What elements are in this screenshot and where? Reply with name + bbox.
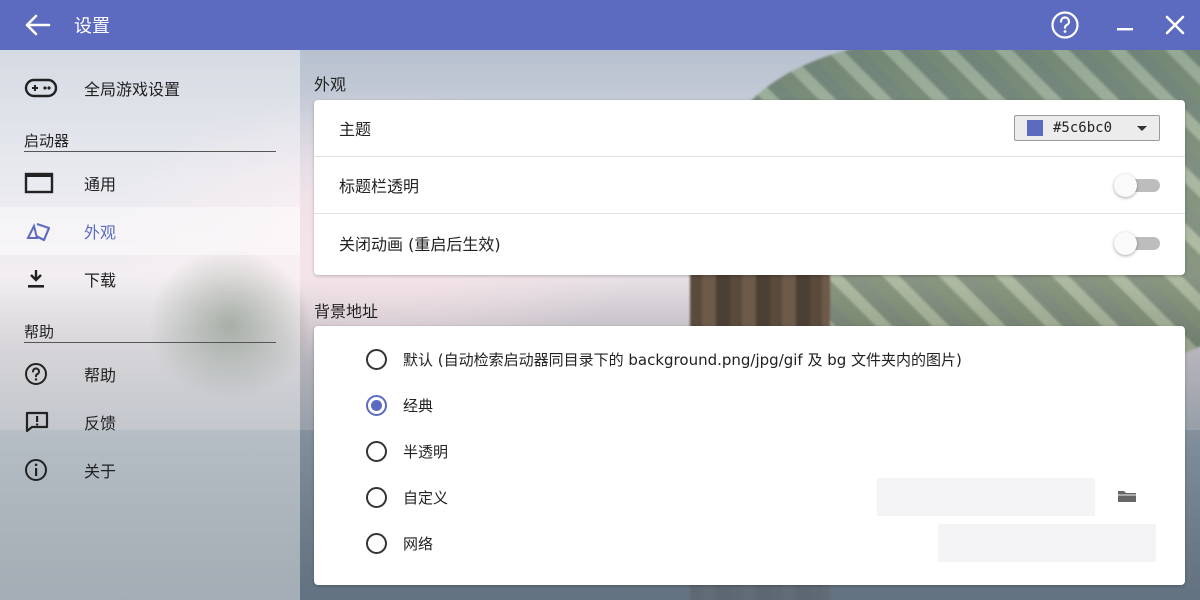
close-button[interactable] xyxy=(1150,0,1200,50)
minimize-button[interactable] xyxy=(1100,0,1150,50)
help-circle-icon xyxy=(1051,11,1079,39)
titlebar-transparent-label: 标题栏透明 xyxy=(339,177,420,196)
theme-row: 主题 #5c6bc0 xyxy=(314,100,1185,157)
theme-color-picker[interactable]: #5c6bc0 xyxy=(1014,115,1160,141)
toggle-knob xyxy=(1114,174,1137,197)
folder-icon xyxy=(1118,491,1136,502)
feedback-icon xyxy=(24,410,70,434)
theme-color-value: #5c6bc0 xyxy=(1053,120,1113,136)
section-header-launcher: 启动器 xyxy=(24,130,276,152)
sidebar-item-label: 下载 xyxy=(84,271,117,290)
chevron-down-icon xyxy=(1137,125,1147,131)
background-option-classic[interactable]: 经典 xyxy=(366,390,433,420)
background-option-translucent[interactable]: 半透明 xyxy=(366,436,448,466)
arrow-left-icon xyxy=(25,14,51,36)
sidebar-item-global-game-settings[interactable]: 全局游戏设置 xyxy=(0,64,300,112)
sidebar-item-label: 外观 xyxy=(84,223,117,242)
radio-button[interactable] xyxy=(366,440,387,462)
minimize-icon xyxy=(1117,28,1133,31)
sidebar-item-label: 帮助 xyxy=(84,366,117,385)
titlebar-transparent-toggle[interactable] xyxy=(1114,174,1160,197)
help-circle-icon xyxy=(24,362,70,386)
back-button[interactable] xyxy=(20,7,56,43)
background-option-network[interactable]: 网络 xyxy=(366,528,433,558)
close-icon xyxy=(1165,15,1185,35)
background-option-default[interactable]: 默认 (自动检索启动器同目录下的 background.png/jpg/gif … xyxy=(366,344,962,374)
sidebar-item-appearance[interactable]: 外观 xyxy=(0,207,300,255)
gamepad-icon xyxy=(24,76,70,100)
sidebar: 全局游戏设置 启动器 通用 外观 下载 帮助 帮助 反馈 关于 xyxy=(0,50,300,600)
background-option-label: 半透明 xyxy=(403,442,449,461)
background-card: 默认 (自动检索启动器同目录下的 background.png/jpg/gif … xyxy=(314,326,1185,585)
background-option-label: 默认 (自动检索启动器同目录下的 background.png/jpg/gif … xyxy=(403,350,962,369)
custom-path-input[interactable] xyxy=(877,478,1095,516)
sidebar-item-label: 反馈 xyxy=(84,414,117,433)
window-title: 设置 xyxy=(74,16,110,37)
sidebar-item-label: 关于 xyxy=(84,462,117,481)
theme-label: 主题 xyxy=(339,120,372,139)
title-bar: 设置 xyxy=(0,0,1200,50)
section-header-help: 帮助 xyxy=(24,321,276,343)
titlebar-transparent-row: 标题栏透明 xyxy=(314,157,1185,214)
network-url-input[interactable] xyxy=(938,524,1156,562)
sidebar-item-label: 通用 xyxy=(84,175,117,194)
sidebar-item-help[interactable]: 帮助 xyxy=(0,350,300,398)
background-option-label: 自定义 xyxy=(403,488,449,507)
palette-icon xyxy=(24,219,70,243)
radio-button[interactable] xyxy=(366,348,387,370)
help-button[interactable] xyxy=(1040,0,1090,50)
sidebar-item-label: 全局游戏设置 xyxy=(84,80,181,99)
appearance-card: 主题 #5c6bc0 标题栏透明 关闭动画 (重启后生效) xyxy=(314,100,1185,275)
color-swatch xyxy=(1027,120,1043,136)
info-icon xyxy=(24,458,70,482)
disable-animation-toggle[interactable] xyxy=(1114,231,1160,255)
sidebar-item-general[interactable]: 通用 xyxy=(0,159,300,207)
background-option-custom[interactable]: 自定义 xyxy=(366,482,448,512)
disable-animation-label: 关闭动画 (重启后生效) xyxy=(339,234,501,254)
radio-button[interactable] xyxy=(366,532,387,554)
radio-button[interactable] xyxy=(366,486,387,508)
toggle-knob xyxy=(1114,231,1137,255)
window-icon xyxy=(24,171,70,195)
background-option-label: 经典 xyxy=(403,396,434,415)
sidebar-item-feedback[interactable]: 反馈 xyxy=(0,398,300,446)
sidebar-item-about[interactable]: 关于 xyxy=(0,446,300,494)
sidebar-item-download[interactable]: 下载 xyxy=(0,255,300,303)
browse-folder-button[interactable] xyxy=(1115,484,1139,508)
background-option-label: 网络 xyxy=(403,534,434,553)
radio-button[interactable] xyxy=(366,394,387,416)
background-section-title: 背景地址 xyxy=(314,302,379,321)
download-icon xyxy=(24,267,70,291)
appearance-section-title: 外观 xyxy=(314,75,347,94)
disable-animation-row: 关闭动画 (重启后生效) xyxy=(314,214,1185,271)
